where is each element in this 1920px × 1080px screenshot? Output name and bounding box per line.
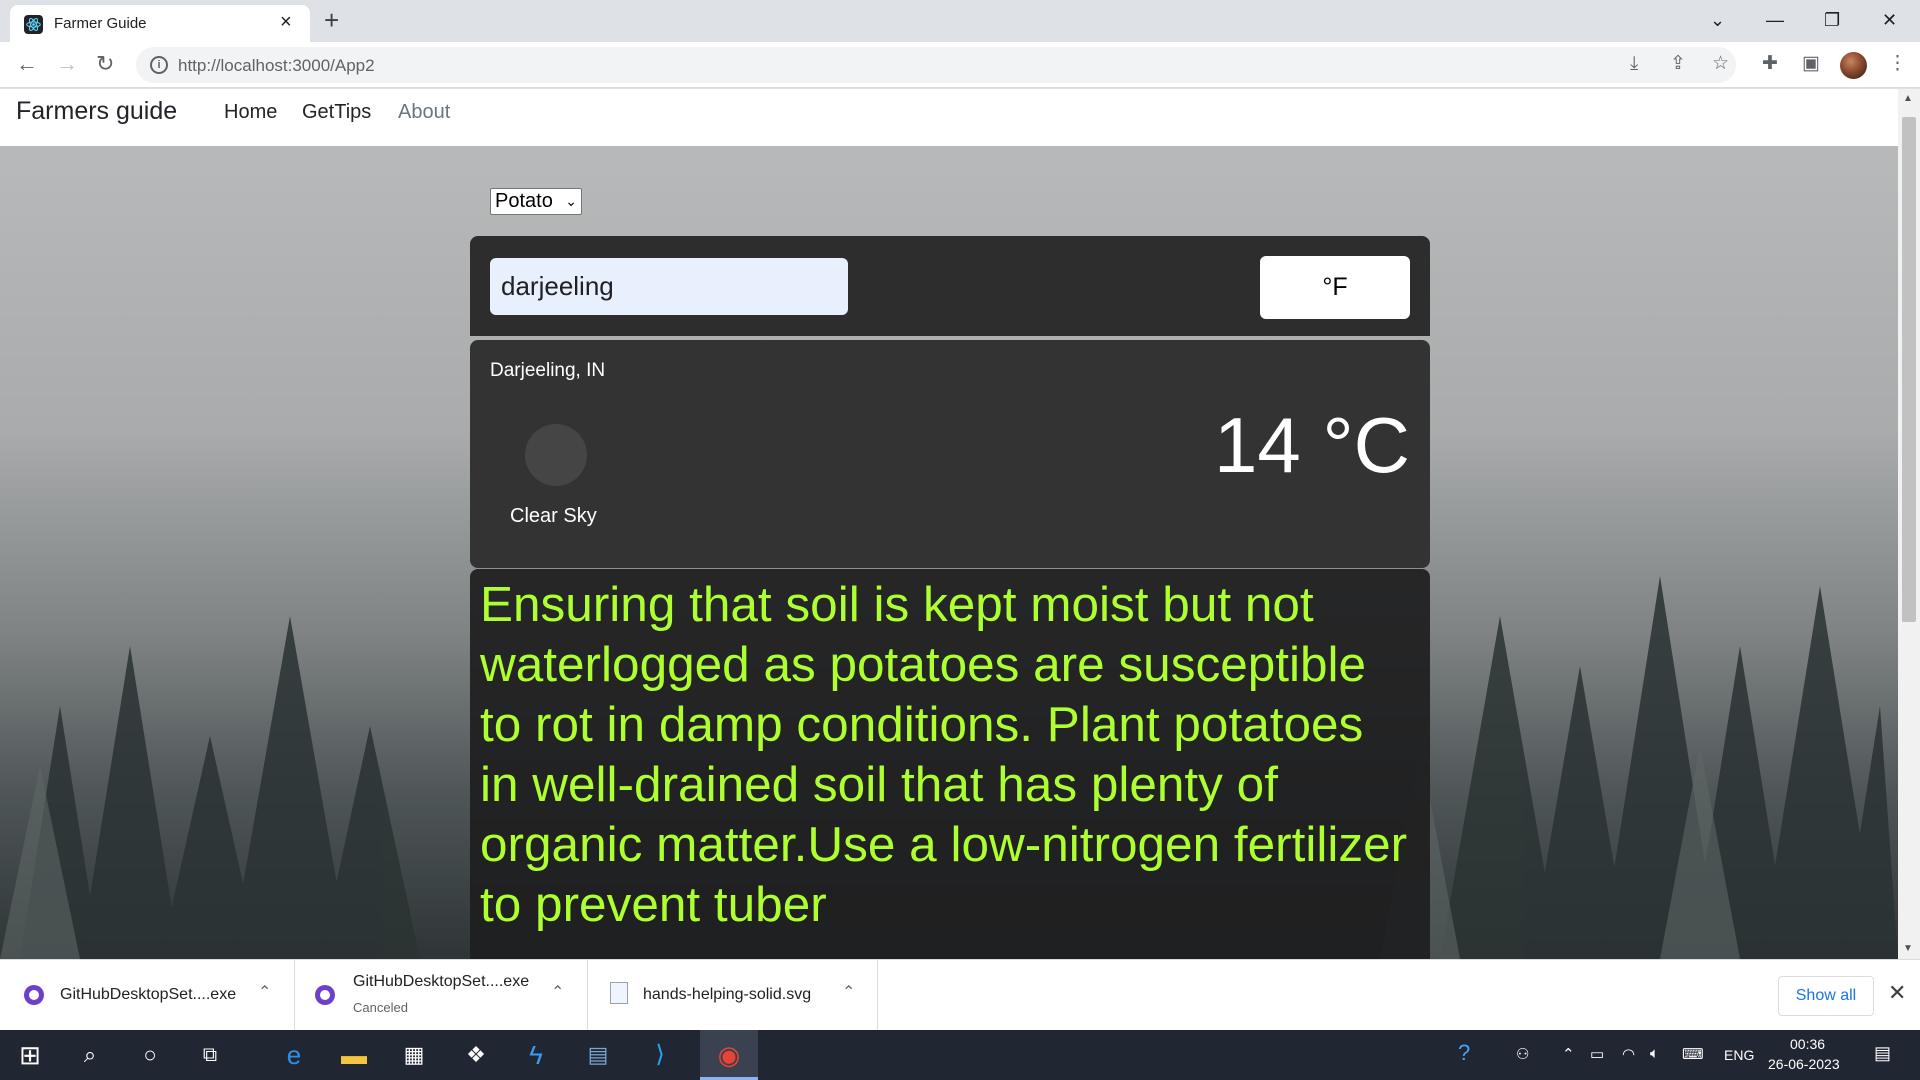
browser-toolbar: ← → ↻ i http://localhost:3000/App2 ⤓ ⇪ ☆… bbox=[0, 42, 1920, 88]
vscode-icon[interactable]: ⟩ bbox=[632, 1030, 688, 1080]
search-icon[interactable]: ⌕ bbox=[62, 1030, 118, 1080]
temperature-value: 14 °C bbox=[1214, 401, 1410, 489]
microsoft-store-icon[interactable]: ▦ bbox=[386, 1030, 442, 1080]
reload-icon[interactable]: ↻ bbox=[96, 51, 114, 77]
chrome-taskbar-icon[interactable]: ◉ bbox=[700, 1030, 758, 1080]
volume-icon[interactable]: 🔈︎ bbox=[1650, 1045, 1659, 1062]
install-app-icon[interactable]: ⤓ bbox=[1630, 53, 1638, 75]
bookmark-star-icon[interactable]: ☆ bbox=[1712, 53, 1729, 75]
farming-tip-text: Ensuring that soil is kept moist but not… bbox=[480, 577, 1408, 932]
crop-select[interactable]: Potato ⌄ bbox=[490, 188, 582, 215]
clock-date[interactable]: 26-06-2023 bbox=[1768, 1056, 1840, 1072]
react-favicon-icon bbox=[24, 15, 43, 34]
download-filename: hands-helping-solid.svg bbox=[643, 986, 812, 1003]
restore-button[interactable]: ❐ bbox=[1824, 6, 1840, 34]
url-text[interactable]: http://localhost:3000/App2 bbox=[178, 56, 375, 76]
people-icon[interactable]: ⚇ bbox=[1516, 1045, 1529, 1063]
download-item[interactable]: hands-helping-solid.svg ⌃ bbox=[588, 960, 878, 1031]
browser-tab[interactable]: Farmer Guide × bbox=[10, 5, 310, 42]
weather-condition-icon bbox=[525, 424, 587, 486]
help-icon[interactable]: ? bbox=[1458, 1040, 1470, 1066]
download-status: Canceled bbox=[353, 1000, 408, 1015]
window-close-button[interactable]: ✕ bbox=[1882, 6, 1897, 34]
crop-select-value: Potato bbox=[495, 190, 553, 212]
windows-taskbar: ⊞ ⌕ ○ ⧉ e ▬ ▦ ❖ ϟ ▤ ⟩ ◉ ? ⚇ ⌃ ▭ ◠ 🔈︎ ⌨ E… bbox=[0, 1030, 1920, 1080]
scrollbar-thumb[interactable] bbox=[1902, 117, 1916, 622]
chevron-up-icon[interactable]: ⌃ bbox=[842, 982, 855, 1002]
new-tab-button[interactable]: + bbox=[324, 6, 339, 34]
back-arrow-icon[interactable]: ← bbox=[16, 51, 38, 77]
page-viewport: Farmers guide Home GetTips About Potato … bbox=[0, 89, 1898, 959]
share-icon[interactable]: ⇪ bbox=[1670, 53, 1686, 75]
download-filename: GitHubDesktopSet....exe bbox=[353, 973, 530, 990]
wifi-icon[interactable]: ◠ bbox=[1622, 1045, 1635, 1063]
show-all-downloads-button[interactable]: Show all bbox=[1778, 976, 1874, 1016]
brand-logo[interactable]: Farmers guide bbox=[16, 97, 177, 126]
location-label: Darjeeling, IN bbox=[490, 360, 606, 381]
weather-search-panel: darjeeling °F bbox=[470, 236, 1430, 336]
github-desktop-icon bbox=[24, 985, 44, 1005]
unit-toggle-button[interactable]: °F bbox=[1260, 256, 1410, 319]
download-item[interactable]: GitHubDesktopSet....exe Canceled ⌃ bbox=[295, 960, 588, 1031]
edge-browser-icon[interactable]: e bbox=[266, 1030, 322, 1080]
address-bar[interactable]: i http://localhost:3000/App2 bbox=[136, 47, 1736, 83]
page-scrollbar[interactable]: ▲ ▼ bbox=[1898, 89, 1920, 959]
browser-tab-strip: Farmer Guide × + ⌄ — ❐ ✕ bbox=[0, 0, 1920, 42]
language-indicator[interactable]: ENG bbox=[1724, 1047, 1754, 1063]
battery-icon[interactable]: ▭ bbox=[1590, 1045, 1604, 1063]
chevron-up-icon[interactable]: ⌃ bbox=[258, 982, 271, 1002]
close-download-shelf-icon[interactable]: ✕ bbox=[1888, 980, 1906, 1006]
file-explorer-icon[interactable]: ▬ bbox=[326, 1030, 382, 1080]
cortana-icon[interactable]: ○ bbox=[122, 1030, 178, 1080]
scroll-up-icon[interactable]: ▲ bbox=[1903, 93, 1913, 104]
app-navbar: Farmers guide Home GetTips About bbox=[0, 89, 1898, 146]
extensions-puzzle-icon[interactable]: ✚ bbox=[1762, 53, 1778, 75]
notifications-icon[interactable]: ▤ bbox=[1874, 1043, 1891, 1064]
scroll-down-icon[interactable]: ▼ bbox=[1903, 943, 1913, 954]
clock-time[interactable]: 00:36 bbox=[1790, 1036, 1825, 1052]
chrome-menu-icon[interactable]: ⋮ bbox=[1888, 53, 1907, 75]
app-icon[interactable]: ▤ bbox=[570, 1030, 626, 1080]
weather-condition-label: Clear Sky bbox=[510, 505, 597, 527]
dropbox-icon[interactable]: ❖ bbox=[448, 1030, 504, 1080]
nav-link-gettips[interactable]: GetTips bbox=[302, 101, 371, 124]
city-search-input[interactable]: darjeeling bbox=[490, 258, 848, 315]
tab-title: Farmer Guide bbox=[54, 15, 147, 32]
task-view-icon[interactable]: ⧉ bbox=[182, 1030, 238, 1080]
chevron-down-icon: ⌄ bbox=[565, 193, 577, 209]
nav-link-about[interactable]: About bbox=[398, 101, 450, 124]
svg-file-icon bbox=[610, 982, 628, 1004]
show-hidden-icons-chevron-icon[interactable]: ⌃ bbox=[1562, 1045, 1575, 1063]
download-filename: GitHubDesktopSet....exe bbox=[60, 986, 237, 1003]
chevron-up-icon[interactable]: ⌃ bbox=[551, 982, 564, 1002]
weather-info-panel: Darjeeling, IN Clear Sky 14 °C bbox=[470, 340, 1430, 568]
github-desktop-icon bbox=[315, 985, 335, 1005]
nav-link-home[interactable]: Home bbox=[224, 101, 277, 124]
keyboard-icon[interactable]: ⌨ bbox=[1682, 1045, 1704, 1063]
side-panel-icon[interactable]: ▣ bbox=[1802, 53, 1820, 75]
forward-arrow-icon[interactable]: → bbox=[56, 51, 78, 77]
site-info-icon[interactable]: i bbox=[150, 56, 168, 74]
tab-search-icon[interactable]: ⌄ bbox=[1710, 6, 1725, 34]
profile-avatar[interactable] bbox=[1840, 52, 1867, 79]
download-shelf: GitHubDesktopSet....exe ⌃ GitHubDesktopS… bbox=[0, 959, 1920, 1031]
farming-tips-panel: Ensuring that soil is kept moist but not… bbox=[470, 569, 1430, 959]
tab-close-icon[interactable]: × bbox=[280, 12, 292, 32]
windows-start-icon[interactable]: ⊞ bbox=[2, 1030, 58, 1080]
download-item[interactable]: GitHubDesktopSet....exe ⌃ bbox=[0, 960, 295, 1031]
minimize-button[interactable]: — bbox=[1766, 6, 1784, 34]
powershell-icon[interactable]: ϟ bbox=[508, 1030, 564, 1080]
